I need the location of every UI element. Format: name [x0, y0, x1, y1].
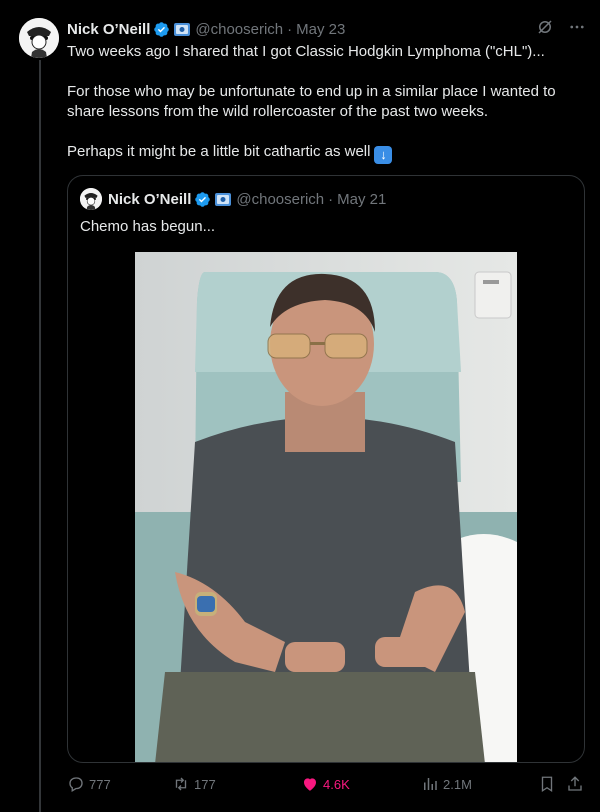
views-button[interactable]: 2.1M	[421, 772, 472, 796]
verified-badge-icon[interactable]	[153, 21, 170, 38]
author-name[interactable]: Nick O’Neill	[67, 21, 150, 38]
photo-man-in-chemo-chair	[135, 252, 517, 762]
tweet-body: Two weeks ago I shared that I got Classi…	[67, 42, 582, 184]
retweet-count: 177	[194, 776, 216, 792]
quoted-flag-badge-icon	[215, 192, 232, 206]
tweet-top-icons	[536, 18, 586, 36]
quoted-author-handle: @chooserich	[236, 190, 325, 208]
author-handle[interactable]: @chooserich	[195, 21, 283, 38]
down-arrow-emoji-icon: ↓	[374, 146, 393, 164]
views-count: 2.1M	[443, 776, 472, 792]
quoted-tweet-photo[interactable]	[135, 252, 517, 762]
more-icon[interactable]	[568, 18, 586, 36]
reply-icon	[69, 777, 83, 792]
avatar-illustration	[19, 18, 59, 58]
tweet-paragraph-1: Two weeks ago I shared that I got Classi…	[67, 43, 545, 60]
heart-icon	[304, 778, 316, 791]
quoted-tweet[interactable]: Nick O’Neill @chooserich · May 21 Chemo …	[67, 175, 585, 763]
like-count: 4.6K	[323, 776, 350, 792]
bookmark-button[interactable]	[538, 772, 556, 796]
views-icon	[424, 778, 437, 790]
quoted-author-name[interactable]: Nick O’Neill	[108, 191, 191, 208]
thread-line	[39, 60, 41, 812]
quoted-header-separator: ·	[328, 190, 334, 208]
tweet-paragraph-3: Perhaps it might be a little bit cathart…	[67, 142, 582, 164]
flag-badge-icon[interactable]	[174, 22, 191, 36]
retweet-icon	[175, 777, 187, 791]
quoted-author-avatar[interactable]	[80, 188, 102, 210]
tweet-date[interactable]: May 23	[296, 21, 345, 38]
quoted-tweet-header: Nick O’Neill @chooserich · May 21	[80, 188, 386, 210]
grok-icon[interactable]	[536, 18, 554, 36]
quoted-tweet-date: May 21	[337, 190, 387, 208]
tweet-paragraph-2: For those who may be unfortunate to end …	[67, 83, 556, 120]
share-button[interactable]	[566, 772, 584, 796]
quoted-avatar-illustration	[80, 188, 102, 210]
reply-button[interactable]: 777	[67, 772, 111, 796]
bookmark-icon	[541, 776, 553, 793]
retweet-button[interactable]: 177	[172, 772, 216, 796]
tweet-paragraph-3-text: Perhaps it might be a little bit cathart…	[67, 143, 371, 160]
action-bar: 777 177 4.6K 2.1M	[67, 772, 587, 796]
share-icon	[568, 776, 582, 791]
author-avatar[interactable]	[19, 18, 59, 58]
quoted-verified-badge-icon	[194, 191, 211, 208]
reply-count: 777	[89, 776, 111, 792]
header-separator: ·	[287, 20, 293, 38]
quoted-tweet-text: Chemo has begun...	[80, 218, 216, 235]
tweet-header: Nick O’Neill @chooserich · May 23	[67, 18, 345, 40]
like-button[interactable]: 4.6K	[301, 772, 350, 796]
